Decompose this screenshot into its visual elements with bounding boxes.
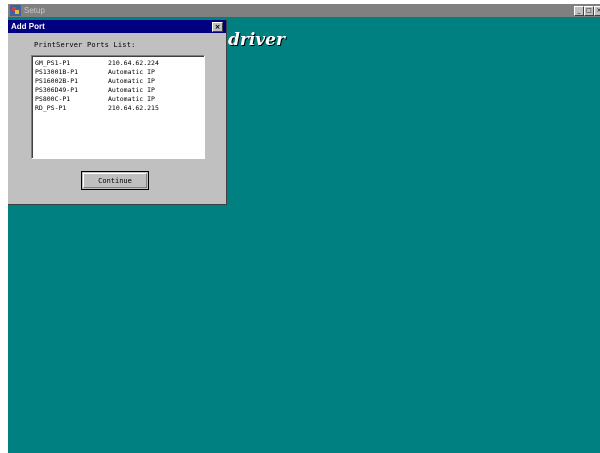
minimize-button[interactable]: _ xyxy=(574,6,584,16)
setup-close-button[interactable]: × xyxy=(594,6,600,16)
port-address: Automatic IP xyxy=(108,86,155,94)
continue-button[interactable]: Continue xyxy=(81,171,149,190)
continue-button-label: Continue xyxy=(83,173,147,188)
port-address: Automatic IP xyxy=(108,68,155,76)
setup-titlebar[interactable]: Setup _ □ × xyxy=(8,4,600,17)
ports-list-caption: PrintServer Ports List: xyxy=(34,41,136,49)
dialog-title: Add Port xyxy=(11,22,45,31)
add-port-dialog: Add Port × PrintServer Ports List: GM_PS… xyxy=(8,20,227,205)
port-address: Automatic IP xyxy=(108,95,155,103)
setup-app-icon xyxy=(10,5,21,16)
banner-text: driver xyxy=(228,30,285,50)
port-name: PS306D49-P1 xyxy=(35,86,79,94)
dialog-close-button[interactable]: × xyxy=(212,22,223,32)
port-address: Automatic IP xyxy=(108,77,155,85)
setup-window-title: Setup xyxy=(24,6,45,15)
maximize-button[interactable]: □ xyxy=(584,6,594,16)
dialog-titlebar[interactable]: Add Port × xyxy=(8,20,226,33)
port-name: RD_PS-P1 xyxy=(35,104,67,112)
port-address: 210.64.62.215 xyxy=(108,104,159,112)
port-name: PS13001B-P1 xyxy=(35,68,79,76)
port-name: PS16002B-P1 xyxy=(35,77,79,85)
ports-list[interactable]: GM_PS1-P1 210.64.62.224 PS13001B-P1 Auto… xyxy=(31,55,205,159)
port-address: 210.64.62.224 xyxy=(108,59,159,67)
port-name: GM_PS1-P1 xyxy=(35,59,71,67)
port-name: PS800C-P1 xyxy=(35,95,71,103)
